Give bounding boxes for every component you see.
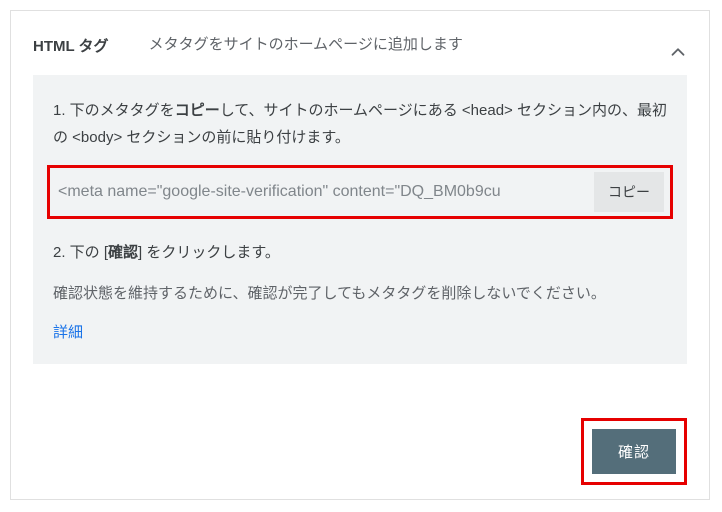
panel-content: 1. 下のメタタグをコピーして、サイトのホームページにある <head> セクシ… [33, 75, 687, 364]
retention-note: 確認状態を維持するために、確認が完了してもメタタグを削除しないでください。 [53, 280, 667, 307]
chevron-up-icon[interactable] [667, 41, 689, 63]
panel-header[interactable]: HTML タグ メタタグをサイトのホームページに追加します [11, 11, 709, 75]
meta-tag-code[interactable]: <meta name="google-site-verification" co… [58, 183, 594, 201]
meta-tag-row: <meta name="google-site-verification" co… [47, 165, 673, 219]
step-1-text: 1. 下のメタタグをコピーして、サイトのホームページにある <head> セクシ… [53, 97, 667, 151]
step-1-bold: コピー [175, 102, 220, 119]
confirm-button[interactable]: 確認 [592, 429, 676, 474]
step-2-post: ] をクリックします。 [138, 244, 280, 261]
details-link[interactable]: 詳細 [53, 324, 83, 341]
html-tag-panel: HTML タグ メタタグをサイトのホームページに追加します 1. 下のメタタグを… [10, 10, 710, 500]
step-1-pre: 1. 下のメタタグを [53, 102, 175, 119]
step-2-text: 2. 下の [確認] をクリックします。 [53, 239, 667, 266]
step-2-pre: 2. 下の [ [53, 244, 108, 261]
panel-title: HTML タグ [33, 33, 109, 56]
panel-description: メタタグをサイトのホームページに追加します [149, 33, 687, 57]
confirm-highlight: 確認 [581, 418, 687, 485]
step-2-bold: 確認 [108, 244, 138, 261]
copy-button[interactable]: コピー [594, 172, 664, 212]
